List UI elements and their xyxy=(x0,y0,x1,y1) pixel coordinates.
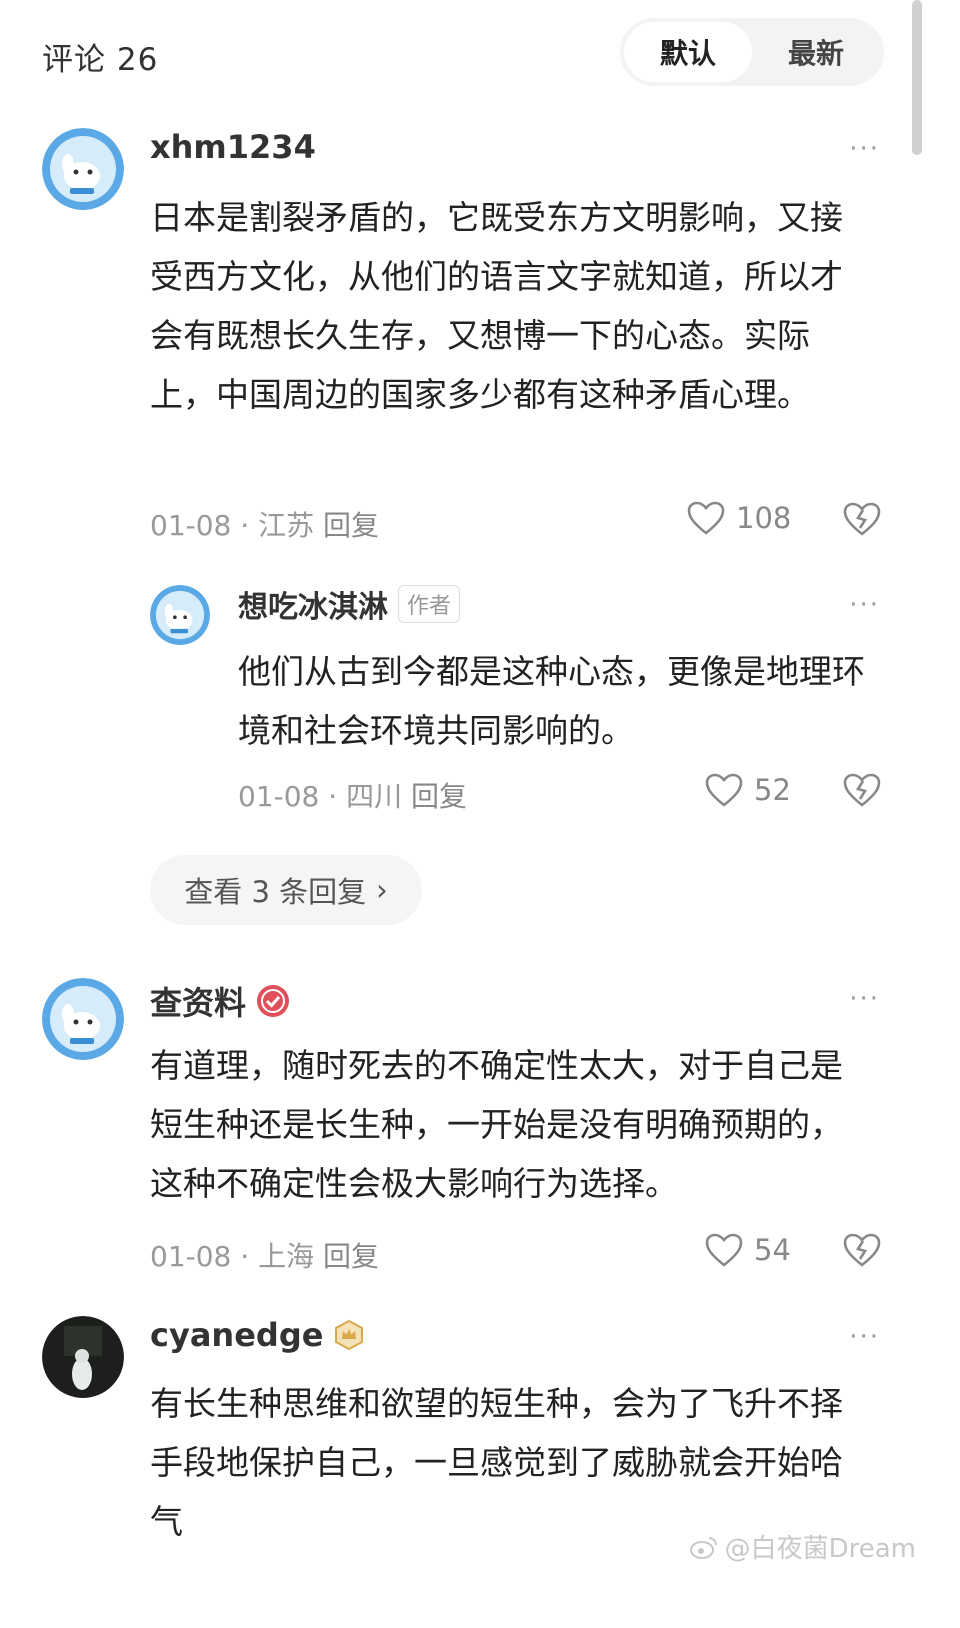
reply-username[interactable]: 想吃冰淇淋 作者 xyxy=(238,582,461,626)
watermark: @白夜菌Dream xyxy=(689,1528,916,1565)
avatar[interactable] xyxy=(42,1316,124,1398)
verified-icon xyxy=(257,985,290,1017)
comment-text: 日本是割裂矛盾的，它既受东方文明影响，又接受西方文化，从他们的语言文字就知道，所… xyxy=(150,198,843,414)
sort-default-tab[interactable]: 默认 xyxy=(624,22,752,82)
broken-heart-icon xyxy=(843,773,881,807)
broken-heart-icon xyxy=(843,502,881,536)
like-count: 54 xyxy=(754,1233,791,1267)
dislike-button[interactable] xyxy=(842,1231,882,1273)
more-options-icon[interactable]: ··· xyxy=(849,134,880,164)
cartoon-dog-icon xyxy=(150,585,210,645)
crown-icon xyxy=(335,1319,364,1351)
cartoon-dog-icon xyxy=(42,128,124,210)
heart-icon xyxy=(705,773,743,807)
username[interactable]: cyanedge xyxy=(150,1316,365,1354)
sort-toggle: 默认 最新 xyxy=(620,18,884,86)
heart-icon xyxy=(705,1233,743,1267)
view-replies-button[interactable]: 查看 3 条回复 › xyxy=(150,855,422,925)
comments-count-title: 评论 26 xyxy=(42,42,159,78)
comment-meta: 01-08 · 上海 回复 xyxy=(150,1235,379,1275)
dislike-button[interactable] xyxy=(842,771,882,813)
more-options-icon[interactable]: ··· xyxy=(849,590,880,620)
sort-latest-tab[interactable]: 最新 xyxy=(752,22,880,82)
weibo-logo-icon xyxy=(689,1536,717,1559)
reply-button[interactable]: 回复 xyxy=(411,780,467,813)
avatar[interactable] xyxy=(42,978,124,1060)
like-button[interactable]: 54 xyxy=(704,1232,791,1268)
cartoon-dog-icon xyxy=(42,978,124,1060)
date-location: 01-08 · 江苏 xyxy=(150,509,315,542)
heart-icon xyxy=(687,501,725,535)
reply-button[interactable]: 回复 xyxy=(323,509,379,542)
dislike-button[interactable] xyxy=(842,500,882,542)
comment-text: 有长生种思维和欲望的短生种，会为了飞升不择手段地保护自己，一旦感觉到了威胁就会开… xyxy=(150,1384,843,1541)
date-location: 01-08 · 四川 xyxy=(238,780,403,813)
broken-heart-icon xyxy=(843,1233,881,1267)
date-location: 01-08 · 上海 xyxy=(150,1240,315,1273)
comment-text: 有道理，随时死去的不确定性太大，对于自己是短生种还是长生种，一开始是没有明确预期… xyxy=(150,1046,843,1203)
username[interactable]: 查资料 xyxy=(150,978,290,1024)
author-badge: 作者 xyxy=(398,585,461,623)
reply-meta: 01-08 · 四川 回复 xyxy=(238,775,467,815)
reply-button[interactable]: 回复 xyxy=(323,1240,379,1273)
username[interactable]: xhm1234 xyxy=(150,128,316,166)
scrollbar[interactable] xyxy=(912,0,922,155)
reply-text: 他们从古到今都是这种心态，更像是地理环境和社会环境共同影响的。 xyxy=(238,652,865,750)
like-button[interactable]: 108 xyxy=(686,500,791,536)
like-button[interactable]: 52 xyxy=(704,772,791,808)
more-options-icon[interactable]: ··· xyxy=(849,1322,880,1352)
dark-photo-avatar xyxy=(42,1316,124,1398)
more-options-icon[interactable]: ··· xyxy=(849,984,880,1014)
reply-avatar[interactable] xyxy=(150,585,210,645)
chevron-right-icon: › xyxy=(376,873,388,907)
comments-header: 评论 26 默认 最新 xyxy=(0,0,960,110)
comment-meta: 01-08 · 江苏 回复 xyxy=(150,504,379,544)
like-count: 52 xyxy=(754,773,791,807)
avatar[interactable] xyxy=(42,128,124,210)
like-count: 108 xyxy=(736,501,792,535)
